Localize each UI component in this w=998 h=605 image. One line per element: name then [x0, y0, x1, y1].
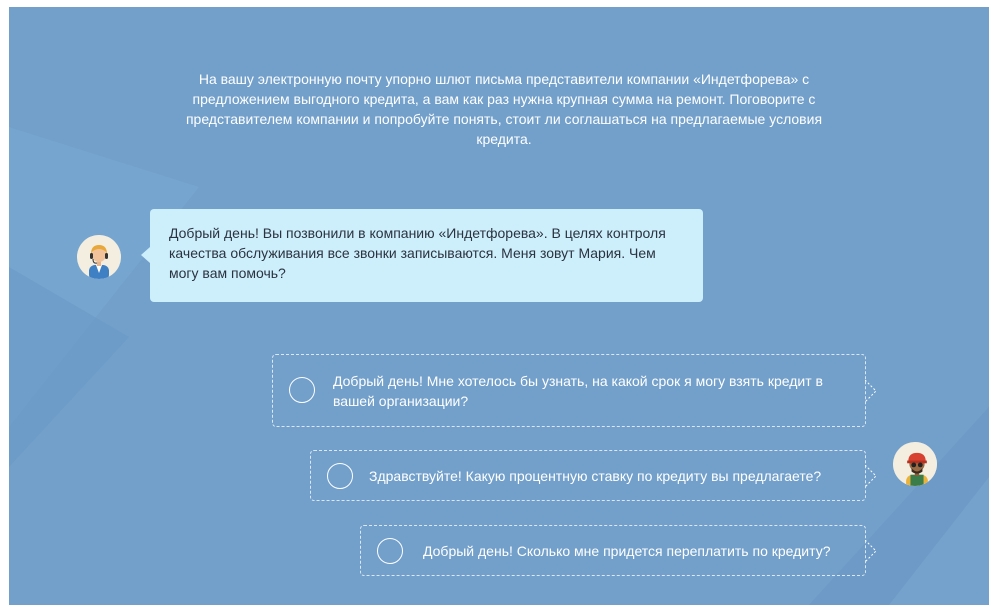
operator-message-bubble: Добрый день! Вы позвонили в компанию «Ин…: [141, 209, 703, 302]
radio-circle-icon[interactable]: [327, 463, 353, 489]
operator-avatar-icon: [77, 235, 121, 279]
answer-option-label: Здравствуйте! Какую процентную ставку по…: [369, 468, 822, 484]
scenario-description: На вашу электронную почту упорно шлют пи…: [185, 71, 823, 147]
bubble-tail-icon: [865, 380, 877, 402]
answer-option-1[interactable]: Добрый день! Мне хотелось бы узнать, на …: [272, 354, 877, 427]
answer-option-label: Добрый день! Сколько мне придется перепл…: [423, 543, 831, 559]
answer-option-label: Добрый день! Мне хотелось бы узнать, на …: [333, 373, 823, 409]
answer-option-2[interactable]: Здравствуйте! Какую процентную ставку по…: [310, 450, 877, 501]
operator-message-text: Добрый день! Вы позвонили в компанию «Ин…: [169, 225, 666, 281]
bubble-tail-icon: [865, 465, 877, 487]
bubble-tail-icon: [865, 540, 877, 562]
simulator-stage: На вашу электронную почту упорно шлют пи…: [9, 7, 989, 605]
radio-circle-icon[interactable]: [289, 377, 315, 403]
user-avatar-icon: [893, 442, 937, 486]
radio-circle-icon[interactable]: [377, 538, 403, 564]
answer-option-3[interactable]: Добрый день! Сколько мне придется перепл…: [360, 525, 877, 576]
